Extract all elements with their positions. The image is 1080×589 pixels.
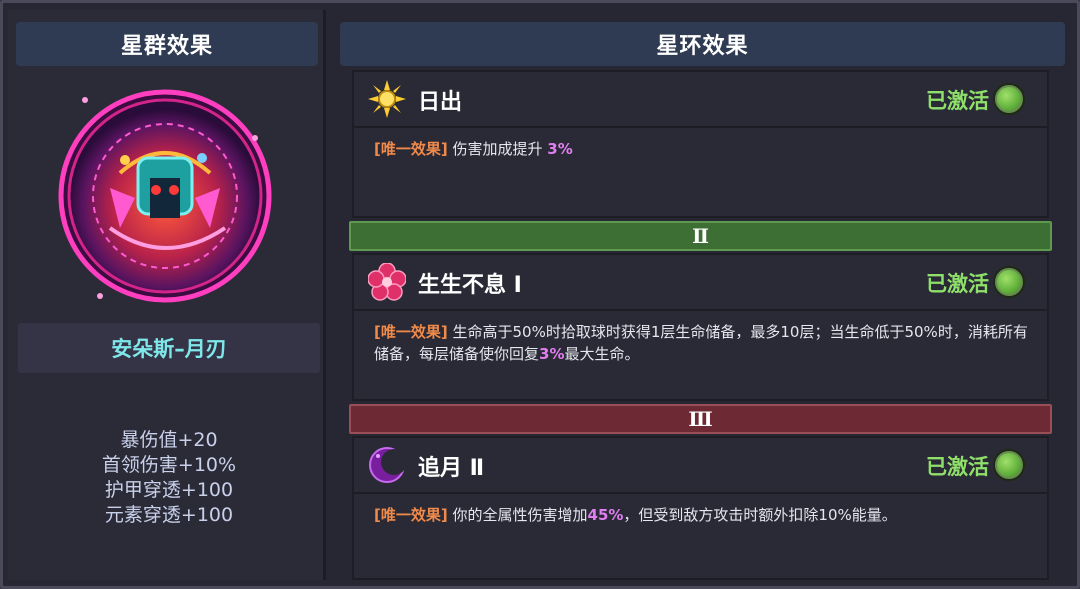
status-label: 已激活 bbox=[926, 89, 989, 113]
tier-divider-3: Ⅲ bbox=[349, 404, 1052, 434]
card-title: 日出 bbox=[418, 90, 463, 115]
card-title: 生生不息 Ⅰ bbox=[418, 273, 522, 298]
card-description: [唯一效果] 生命高于50%时拾取球时获得1层生命储备，最多10层；当生命低于5… bbox=[374, 321, 1033, 365]
tier-divider-2: Ⅱ bbox=[349, 221, 1052, 251]
card-header: 日出 已激活 bbox=[354, 72, 1047, 128]
description-text-end: ，但受到敌方攻击时额外扣除10%能量。 bbox=[623, 506, 897, 524]
status-label: 已激活 bbox=[926, 272, 989, 296]
card-title: 追月 Ⅱ bbox=[418, 456, 485, 481]
description-text: 伤害加成提升 bbox=[452, 140, 548, 158]
status-indicator-icon bbox=[993, 266, 1025, 298]
stat-crit-damage: 暴伤值+20 bbox=[120, 429, 218, 451]
constellation-name: 安朵斯–月刃 bbox=[18, 323, 320, 373]
description-text: 生命高于50%时拾取球时获得1层生命储备，最多10层；当生命低于50%时，消耗所… bbox=[374, 323, 1028, 363]
ring-card-moon-chase[interactable]: 追月 Ⅱ 已激活 [唯一效果] 你的全属性伤害增加45%，但受到敌方攻击时额外扣… bbox=[352, 436, 1049, 580]
unique-effect-tag: [唯一效果] bbox=[374, 506, 448, 524]
card-header: 生生不息 Ⅰ 已激活 bbox=[354, 255, 1047, 311]
status-indicator-icon bbox=[993, 449, 1025, 481]
stats-list: 暴伤值+20 首领伤害+10% 护甲穿透+100 元素穿透+100 bbox=[18, 428, 320, 528]
moon-icon bbox=[369, 447, 406, 483]
sun-icon bbox=[368, 80, 406, 118]
description-text: 你的全属性伤害增加 bbox=[452, 506, 588, 524]
stat-element-penetration: 元素穿透+100 bbox=[104, 504, 234, 526]
unique-effect-tag: [唯一效果] bbox=[374, 323, 448, 341]
constellation-emblem-icon bbox=[58, 89, 272, 303]
highlight-value: 3% bbox=[539, 345, 565, 363]
stat-boss-damage: 首领伤害+10% bbox=[101, 454, 237, 476]
ring-card-endless-life[interactable]: 生生不息 Ⅰ 已激活 [唯一效果] 生命高于50%时拾取球时获得1层生命储备，最… bbox=[352, 253, 1049, 401]
constellation-effect-header: 星群效果 bbox=[16, 22, 318, 66]
card-header: 追月 Ⅱ 已激活 bbox=[354, 438, 1047, 494]
flower-icon bbox=[368, 263, 406, 301]
status-indicator-icon bbox=[993, 83, 1025, 115]
star-ring-effect-header: 星环效果 bbox=[340, 22, 1065, 66]
card-description: [唯一效果] 你的全属性伤害增加45%，但受到敌方攻击时额外扣除10%能量。 bbox=[374, 504, 1033, 526]
description-text-end: 最大生命。 bbox=[564, 345, 640, 363]
highlight-value: 45% bbox=[587, 506, 624, 524]
unique-effect-tag: [唯一效果] bbox=[374, 140, 448, 158]
status-label: 已激活 bbox=[926, 455, 989, 479]
ring-card-sunrise[interactable]: 日出 已激活 [唯一效果] 伤害加成提升 3% bbox=[352, 70, 1049, 218]
card-description: [唯一效果] 伤害加成提升 3% bbox=[374, 138, 1033, 160]
stat-armor-penetration: 护甲穿透+100 bbox=[104, 479, 234, 501]
highlight-value: 3% bbox=[547, 140, 573, 158]
